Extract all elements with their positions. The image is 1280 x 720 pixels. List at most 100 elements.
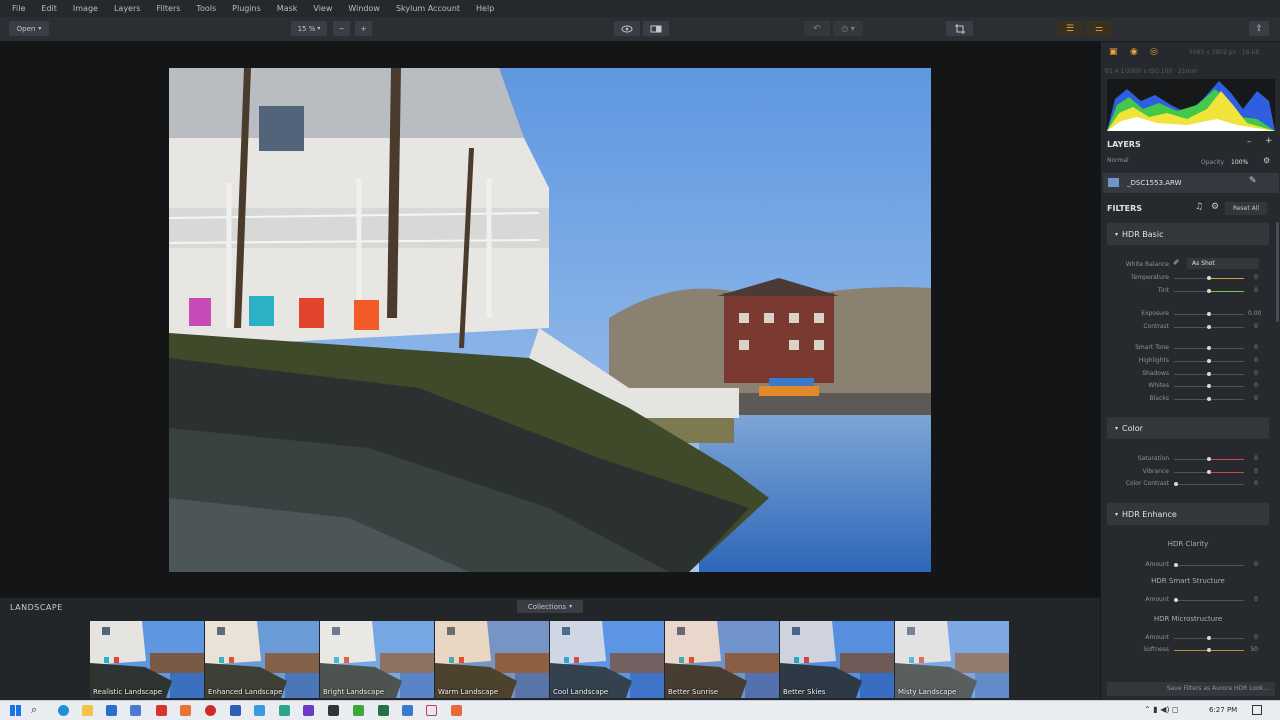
slider-knob[interactable] [1174, 482, 1178, 486]
app-icon-orange[interactable] [180, 705, 191, 716]
zoom-out-button[interactable]: − [333, 21, 350, 36]
slider-track[interactable] [1174, 598, 1244, 602]
menu-window[interactable]: Window [340, 4, 388, 13]
search-icon[interactable]: ⌕ [31, 703, 37, 717]
blend-mode-select[interactable]: Normal [1107, 157, 1129, 164]
app-icon-green[interactable] [353, 705, 364, 716]
slider-track[interactable] [1174, 482, 1244, 486]
slider-track[interactable] [1174, 648, 1244, 652]
menu-file[interactable]: File [4, 4, 33, 13]
slider-track[interactable] [1174, 276, 1244, 280]
app-icon-red2[interactable] [205, 705, 216, 716]
undo-button[interactable]: ↶ [804, 21, 830, 36]
menu-edit[interactable]: Edit [33, 4, 65, 13]
slider-knob[interactable] [1207, 457, 1211, 461]
app-icon-photos[interactable] [402, 705, 413, 716]
slider-knob[interactable] [1207, 372, 1211, 376]
collections-dropdown[interactable]: Collections ▾ [517, 600, 583, 613]
open-button[interactable]: Open ▾ [9, 21, 49, 36]
crop-button[interactable] [946, 21, 973, 36]
menu-plugins[interactable]: Plugins [224, 4, 269, 13]
slider-track[interactable] [1174, 563, 1244, 567]
mail-icon[interactable] [106, 705, 117, 716]
app-icon-red[interactable] [156, 705, 167, 716]
slider-track[interactable] [1174, 346, 1244, 350]
preset-thumbnail[interactable]: Bright Landscape [320, 621, 434, 698]
info-icon[interactable]: ◎ [1150, 47, 1158, 57]
slider-track[interactable] [1174, 384, 1244, 388]
slider-knob[interactable] [1207, 636, 1211, 640]
reset-all-button[interactable]: Reset All [1225, 202, 1267, 215]
menu-skylum-account[interactable]: Skylum Account [388, 4, 468, 13]
store-icon[interactable] [130, 705, 141, 716]
slider-knob[interactable] [1207, 325, 1211, 329]
preset-thumbnail[interactable]: Cool Landscape [550, 621, 664, 698]
slider-knob[interactable] [1207, 346, 1211, 350]
section-hdr-basic[interactable]: ▾ HDR Basic [1107, 223, 1269, 245]
preset-thumbnail[interactable]: Better Sunrise [665, 621, 779, 698]
menu-help[interactable]: Help [468, 4, 502, 13]
slider-knob[interactable] [1207, 470, 1211, 474]
windows-start-icon[interactable] [10, 705, 21, 716]
menu-layers[interactable]: Layers [106, 4, 148, 13]
image-icon[interactable]: ▣ [1109, 47, 1118, 57]
app-icon-blue[interactable] [254, 705, 265, 716]
slider-knob[interactable] [1207, 289, 1211, 293]
excel-icon[interactable] [378, 705, 389, 716]
menu-tools[interactable]: Tools [188, 4, 224, 13]
layers-panel-toggle[interactable]: ☰ [1057, 21, 1083, 36]
app-icon-luminar[interactable] [451, 705, 462, 716]
system-tray-icons[interactable]: ⌃ ▮ ◀) ◻ [1144, 705, 1179, 714]
app-icon-teal[interactable] [279, 705, 290, 716]
section-hdr-enhance[interactable]: ▾ HDR Enhance [1107, 503, 1269, 525]
filters-title[interactable]: FILTERS [1107, 204, 1142, 213]
opacity-value[interactable]: 100% [1231, 159, 1248, 166]
slider-track[interactable] [1174, 397, 1244, 401]
brush-icon[interactable]: ✎ [1249, 176, 1257, 186]
filter-settings-icon[interactable]: ⚙ [1211, 202, 1219, 212]
panel-scrollbar[interactable] [1276, 222, 1279, 322]
layers-collapse-button[interactable]: – [1247, 137, 1252, 147]
preset-thumbnail[interactable]: Misty Landscape [895, 621, 1009, 698]
layers-title[interactable]: LAYERS [1107, 140, 1141, 149]
edge-icon[interactable] [58, 705, 69, 716]
slider-knob[interactable] [1207, 359, 1211, 363]
menu-image[interactable]: Image [65, 4, 106, 13]
slider-knob[interactable] [1207, 312, 1211, 316]
slider-track[interactable] [1174, 636, 1244, 640]
share-button[interactable]: ⇪ [1249, 21, 1269, 36]
app-icon-purple[interactable] [303, 705, 314, 716]
preset-thumbnail[interactable]: Enhanced Landscape [205, 621, 319, 698]
slider-track[interactable] [1174, 470, 1244, 474]
layer-row[interactable]: _DSC1553.ARW ✎ [1103, 173, 1279, 193]
slider-knob[interactable] [1207, 276, 1211, 280]
clock[interactable]: 6:27 PM [1209, 706, 1237, 714]
slider-track[interactable] [1174, 312, 1244, 316]
app-icon-dark[interactable] [328, 705, 339, 716]
preview-button[interactable] [614, 21, 640, 36]
zoom-in-button[interactable]: + [355, 21, 372, 36]
slider-knob[interactable] [1174, 598, 1178, 602]
folder-icon[interactable] [82, 705, 93, 716]
notification-icon[interactable] [1252, 705, 1262, 715]
menu-view[interactable]: View [305, 4, 340, 13]
filter-catalog-icon[interactable]: ♫ [1195, 202, 1203, 212]
section-color[interactable]: ▾ Color [1107, 417, 1269, 439]
image-canvas[interactable] [0, 42, 1100, 597]
history-button[interactable]: ◷ ▾ [833, 21, 863, 36]
slider-track[interactable] [1174, 372, 1244, 376]
menu-filters[interactable]: Filters [148, 4, 188, 13]
filters-panel-toggle[interactable]: ⚌ [1086, 21, 1112, 36]
slider-track[interactable] [1174, 289, 1244, 293]
slider-track[interactable] [1174, 325, 1244, 329]
zoom-level-button[interactable]: 15 % ▾ [291, 21, 327, 36]
slider-knob[interactable] [1174, 563, 1178, 567]
eyedropper-icon[interactable]: ✐ [1173, 258, 1180, 267]
slider-track[interactable] [1174, 359, 1244, 363]
compare-button[interactable] [643, 21, 669, 36]
aurora-hdr-icon[interactable] [426, 705, 437, 716]
slider-knob[interactable] [1207, 648, 1211, 652]
preset-thumbnail[interactable]: Realistic Landscape [90, 621, 204, 698]
white-balance-select[interactable]: As Shot [1187, 258, 1259, 269]
slider-track[interactable] [1174, 457, 1244, 461]
